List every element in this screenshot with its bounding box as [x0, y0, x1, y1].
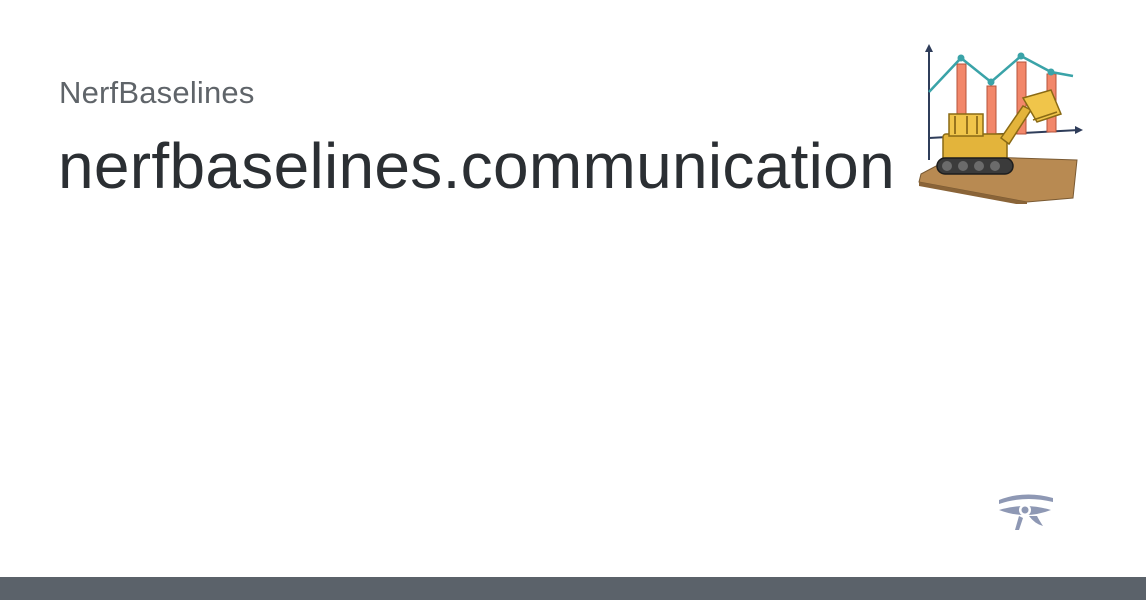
eye-of-horus-icon — [999, 494, 1053, 530]
bottom-bar — [0, 577, 1146, 600]
site-name: NerfBaselines — [59, 75, 255, 110]
nerfbaselines-logo — [918, 44, 1083, 204]
page-title: nerfbaselines.communication — [58, 130, 895, 202]
social-preview-card: NerfBaselines nerfbaselines.communicatio… — [0, 0, 1146, 600]
